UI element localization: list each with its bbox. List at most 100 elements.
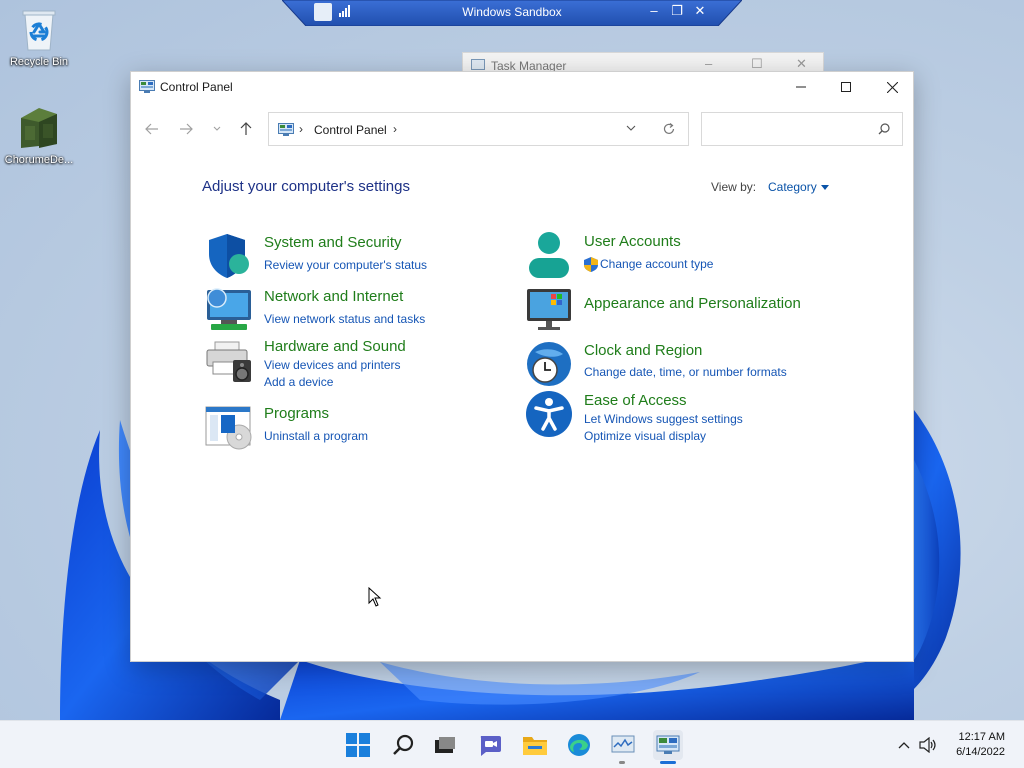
sandbox-titlebar[interactable]: Windows Sandbox – ❐ ✕ <box>282 0 742 26</box>
category-title[interactable]: System and Security <box>264 234 402 251</box>
control-panel-window: Control Panel › Control Panel › Adjust y… <box>130 71 914 662</box>
close-button[interactable] <box>869 72 915 102</box>
address-bar[interactable]: › Control Panel › <box>268 112 689 146</box>
file-explorer-icon <box>523 737 547 755</box>
titlebar[interactable]: Control Panel <box>131 72 913 102</box>
caret-down-icon[interactable] <box>821 185 829 190</box>
category-programs: Programs Uninstall a program <box>205 403 485 453</box>
category-title[interactable]: Appearance and Personalization <box>584 295 801 312</box>
sandbox-minimize-button[interactable]: – <box>646 3 662 18</box>
category-title[interactable]: Ease of Access <box>584 392 687 409</box>
category-link[interactable]: Let Windows suggest settings <box>584 412 743 426</box>
desktop-icon-recycle-bin[interactable]: Recycle Bin <box>0 8 78 68</box>
chat-button[interactable] <box>476 731 504 759</box>
category-ease-of-access: Ease of Access Let Windows suggest setti… <box>525 390 825 450</box>
recycle-bin-icon <box>22 10 56 51</box>
category-title[interactable]: Clock and Region <box>584 342 702 359</box>
task-view-button[interactable] <box>431 731 459 759</box>
category-appearance: Appearance and Personalization <box>525 286 825 336</box>
view-by-label: View by: <box>711 180 757 194</box>
search-input[interactable] <box>706 117 866 141</box>
close-icon <box>886 81 898 93</box>
sandbox-restore-button[interactable]: ❐ <box>669 3 685 19</box>
task-manager-maximize-button[interactable]: ☐ <box>751 56 763 72</box>
control-panel-icon <box>278 123 294 136</box>
arrow-right-icon <box>180 123 193 135</box>
edge-icon <box>568 734 590 756</box>
arrow-up-icon <box>240 122 252 135</box>
user-icon[interactable] <box>525 231 573 279</box>
recent-locations-button[interactable] <box>208 120 226 138</box>
running-indicator <box>619 761 625 764</box>
clock-time: 12:17 AM <box>958 731 1005 743</box>
chat-icon <box>480 736 501 756</box>
monitor-icon[interactable] <box>525 286 573 334</box>
arrow-left-icon <box>145 123 158 135</box>
breadcrumb-separator-icon[interactable]: › <box>299 122 303 136</box>
shield-icon[interactable] <box>205 232 253 280</box>
clock-date: 6/14/2022 <box>956 746 1005 758</box>
category-link[interactable]: Review your computer's status <box>264 258 427 272</box>
category-link[interactable]: Change date, time, or number formats <box>584 365 787 379</box>
desktop-icon-label: ChorumeDe... <box>4 154 74 166</box>
control-panel-taskbar-button[interactable] <box>653 730 683 760</box>
clock-globe-icon[interactable] <box>525 340 573 388</box>
category-link[interactable]: Add a device <box>264 375 333 389</box>
window-title: Control Panel <box>160 80 233 94</box>
start-icon <box>346 733 370 757</box>
chevron-up-icon[interactable] <box>898 741 910 749</box>
category-link[interactable]: View devices and printers <box>264 358 401 372</box>
search-icon <box>393 734 414 755</box>
page-heading: Adjust your computer's settings <box>202 178 410 195</box>
category-title[interactable]: Hardware and Sound <box>264 338 406 355</box>
task-manager-close-button[interactable]: ✕ <box>796 56 807 72</box>
mouse-cursor-icon <box>368 587 382 607</box>
task-manager-taskbar-button[interactable] <box>609 731 637 759</box>
taskbar-search-button[interactable] <box>389 731 417 759</box>
sandbox-close-button[interactable]: ✕ <box>692 3 708 19</box>
category-title[interactable]: Programs <box>264 405 329 422</box>
up-button[interactable] <box>237 120 255 138</box>
category-title[interactable]: User Accounts <box>584 233 681 250</box>
network-icon[interactable] <box>205 286 253 334</box>
breadcrumb-separator-icon[interactable]: › <box>393 122 397 136</box>
desktop-icon-chorume[interactable]: ChorumeDe... <box>0 104 78 166</box>
category-link[interactable]: Change account type <box>600 257 713 271</box>
search-icon[interactable] <box>878 123 890 135</box>
control-panel-icon <box>656 735 680 754</box>
start-button[interactable] <box>344 731 372 759</box>
control-panel-icon <box>139 80 155 93</box>
accessibility-icon[interactable] <box>525 390 573 438</box>
category-hardware-sound: Hardware and Sound View devices and prin… <box>205 336 485 396</box>
clock[interactable]: 12:17 AM 6/14/2022 <box>956 730 1005 760</box>
file-explorer-button[interactable] <box>521 731 549 759</box>
category-title[interactable]: Network and Internet <box>264 288 403 305</box>
uac-shield-icon <box>584 257 598 272</box>
active-indicator <box>660 761 676 764</box>
view-by-dropdown[interactable]: Category <box>768 180 817 194</box>
category-network-internet: Network and Internet View network status… <box>205 286 485 336</box>
refresh-icon[interactable] <box>662 122 676 136</box>
minimize-button[interactable] <box>778 72 824 102</box>
breadcrumb-control-panel[interactable]: Control Panel <box>314 123 387 137</box>
forward-button[interactable] <box>177 120 195 138</box>
dumpster-icon <box>21 108 57 148</box>
taskbar: 12:17 AM 6/14/2022 <box>0 720 1024 768</box>
task-manager-minimize-button[interactable]: – <box>705 56 712 71</box>
chevron-down-icon[interactable] <box>626 123 636 133</box>
maximize-button[interactable] <box>823 72 869 102</box>
search-box[interactable] <box>701 112 903 146</box>
desktop-icon-label: Recycle Bin <box>9 56 69 68</box>
speaker-icon[interactable] <box>919 737 937 753</box>
category-clock-region: Clock and Region Change date, time, or n… <box>525 340 825 390</box>
back-button[interactable] <box>143 120 161 138</box>
task-manager-icon <box>611 735 635 753</box>
minimize-icon <box>796 86 806 88</box>
programs-icon[interactable] <box>205 403 253 451</box>
category-user-accounts: User Accounts Change account type <box>525 231 785 281</box>
category-link[interactable]: Optimize visual display <box>584 429 706 443</box>
edge-button[interactable] <box>565 731 593 759</box>
category-link[interactable]: View network status and tasks <box>264 312 425 326</box>
category-link[interactable]: Uninstall a program <box>264 429 368 443</box>
printer-icon[interactable] <box>205 336 253 384</box>
